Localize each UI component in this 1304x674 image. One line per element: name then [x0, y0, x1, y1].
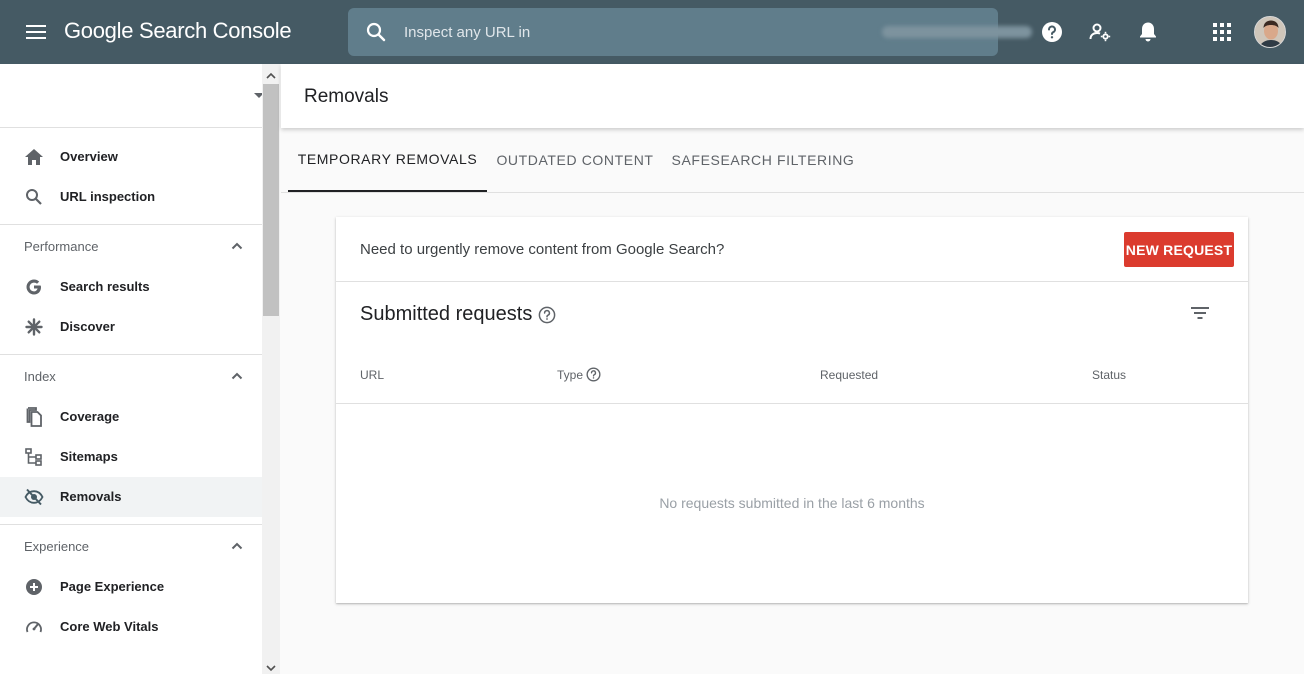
sidebar-item-search-results[interactable]: Search results	[0, 267, 262, 307]
section-title: Experience	[24, 539, 90, 554]
sidebar-item-page-experience[interactable]: Page Experience	[0, 567, 262, 607]
new-request-button[interactable]: NEW REQUEST	[1124, 232, 1234, 267]
sitemap-icon	[24, 447, 44, 467]
help-circle-icon[interactable]	[586, 367, 601, 382]
sidebar-item-label: Page Experience	[60, 579, 165, 594]
url-inspect-search-box[interactable]	[348, 8, 1032, 56]
visibility-off-icon	[24, 487, 44, 507]
column-header-url[interactable]: URL	[360, 368, 384, 382]
top-app-bar: Google Search Console	[0, 0, 1304, 64]
scroll-down-arrow-icon[interactable]	[266, 660, 276, 672]
sidebar-item-label: Core Web Vitals	[60, 619, 159, 634]
manage-users-icon[interactable]	[1088, 20, 1112, 44]
home-icon	[24, 147, 44, 167]
asterisk-icon	[24, 317, 44, 337]
redacted-property-name	[882, 26, 1032, 38]
column-header-status[interactable]: Status	[1092, 368, 1126, 382]
new-request-bar: Need to urgently remove content from Goo…	[336, 217, 1248, 282]
scroll-up-arrow-icon[interactable]	[266, 68, 276, 79]
sidebar-item-label: Overview	[60, 149, 118, 164]
sidebar-item-removals[interactable]: Removals	[0, 477, 262, 517]
column-header-type[interactable]: Type	[557, 368, 583, 382]
chevron-up-icon	[228, 237, 246, 255]
page-header: Removals	[281, 64, 1304, 128]
logo-google-text: Google	[64, 18, 134, 43]
section-title: Performance	[24, 239, 99, 254]
sidebar-item-sitemaps[interactable]: Sitemaps	[0, 437, 262, 477]
scrollbar-thumb[interactable]	[263, 84, 279, 316]
chevron-up-icon	[228, 537, 246, 555]
tab-temporary-removals[interactable]: TEMPORARY REMOVALS	[288, 128, 487, 192]
search-icon	[364, 20, 388, 44]
tab-safesearch-filtering[interactable]: SAFESEARCH FILTERING	[663, 128, 863, 192]
chevron-up-icon	[228, 367, 246, 385]
search-icon	[24, 187, 44, 207]
logo-product-text: Search Console	[138, 18, 292, 43]
sidebar-section-performance[interactable]: Performance	[0, 225, 262, 267]
sidebar-section-experience[interactable]: Experience	[0, 525, 262, 567]
sidebar-item-label: Removals	[60, 489, 122, 504]
section-title: Index	[24, 369, 56, 384]
table-header-divider	[336, 403, 1248, 404]
sidebar: Overview URL inspection Performance Sear…	[0, 64, 280, 674]
hamburger-menu-icon[interactable]	[24, 20, 48, 44]
file-copy-icon	[24, 407, 44, 427]
temporary-removals-card: Need to urgently remove content from Goo…	[336, 217, 1248, 603]
bell-icon[interactable]	[1136, 20, 1160, 44]
sidebar-item-coverage[interactable]: Coverage	[0, 397, 262, 437]
speedometer-icon	[24, 617, 44, 637]
sidebar-item-url-inspection[interactable]: URL inspection	[0, 177, 262, 217]
property-selector[interactable]	[0, 64, 279, 128]
sidebar-item-label: Search results	[60, 279, 150, 294]
sidebar-section-index[interactable]: Index	[0, 355, 262, 397]
removals-tabs: TEMPORARY REMOVALS OUTDATED CONTENT SAFE…	[281, 128, 1304, 193]
sidebar-item-label: Coverage	[60, 409, 120, 424]
empty-state-message: No requests submitted in the last 6 mont…	[659, 495, 925, 511]
sidebar-item-core-web-vitals[interactable]: Core Web Vitals	[0, 607, 262, 647]
apps-grid-icon[interactable]	[1210, 20, 1234, 44]
google-g-icon	[24, 277, 44, 297]
sidebar-item-overview[interactable]: Overview	[0, 137, 262, 177]
sidebar-scrollbar[interactable]	[262, 64, 280, 674]
help-circle-icon[interactable]	[538, 306, 556, 324]
sidebar-nav: Overview URL inspection Performance Sear…	[0, 129, 262, 647]
account-avatar[interactable]	[1254, 16, 1286, 48]
sidebar-item-label: Sitemaps	[60, 449, 118, 464]
app-logo[interactable]: Google Search Console	[64, 18, 292, 44]
submitted-requests-title: Submitted requests	[360, 303, 533, 325]
sidebar-item-label: URL inspection	[60, 189, 156, 204]
tab-outdated-content[interactable]: OUTDATED CONTENT	[487, 128, 663, 192]
filter-icon[interactable]	[1188, 301, 1212, 325]
column-header-requested[interactable]: Requested	[820, 368, 878, 382]
sidebar-item-discover[interactable]: Discover	[0, 307, 262, 347]
add-circle-icon	[24, 577, 44, 597]
sidebar-item-label: Discover	[60, 319, 115, 334]
help-icon[interactable]	[1040, 20, 1064, 44]
page-title: Removals	[304, 86, 389, 107]
urgent-removal-prompt: Need to urgently remove content from Goo…	[360, 241, 725, 258]
